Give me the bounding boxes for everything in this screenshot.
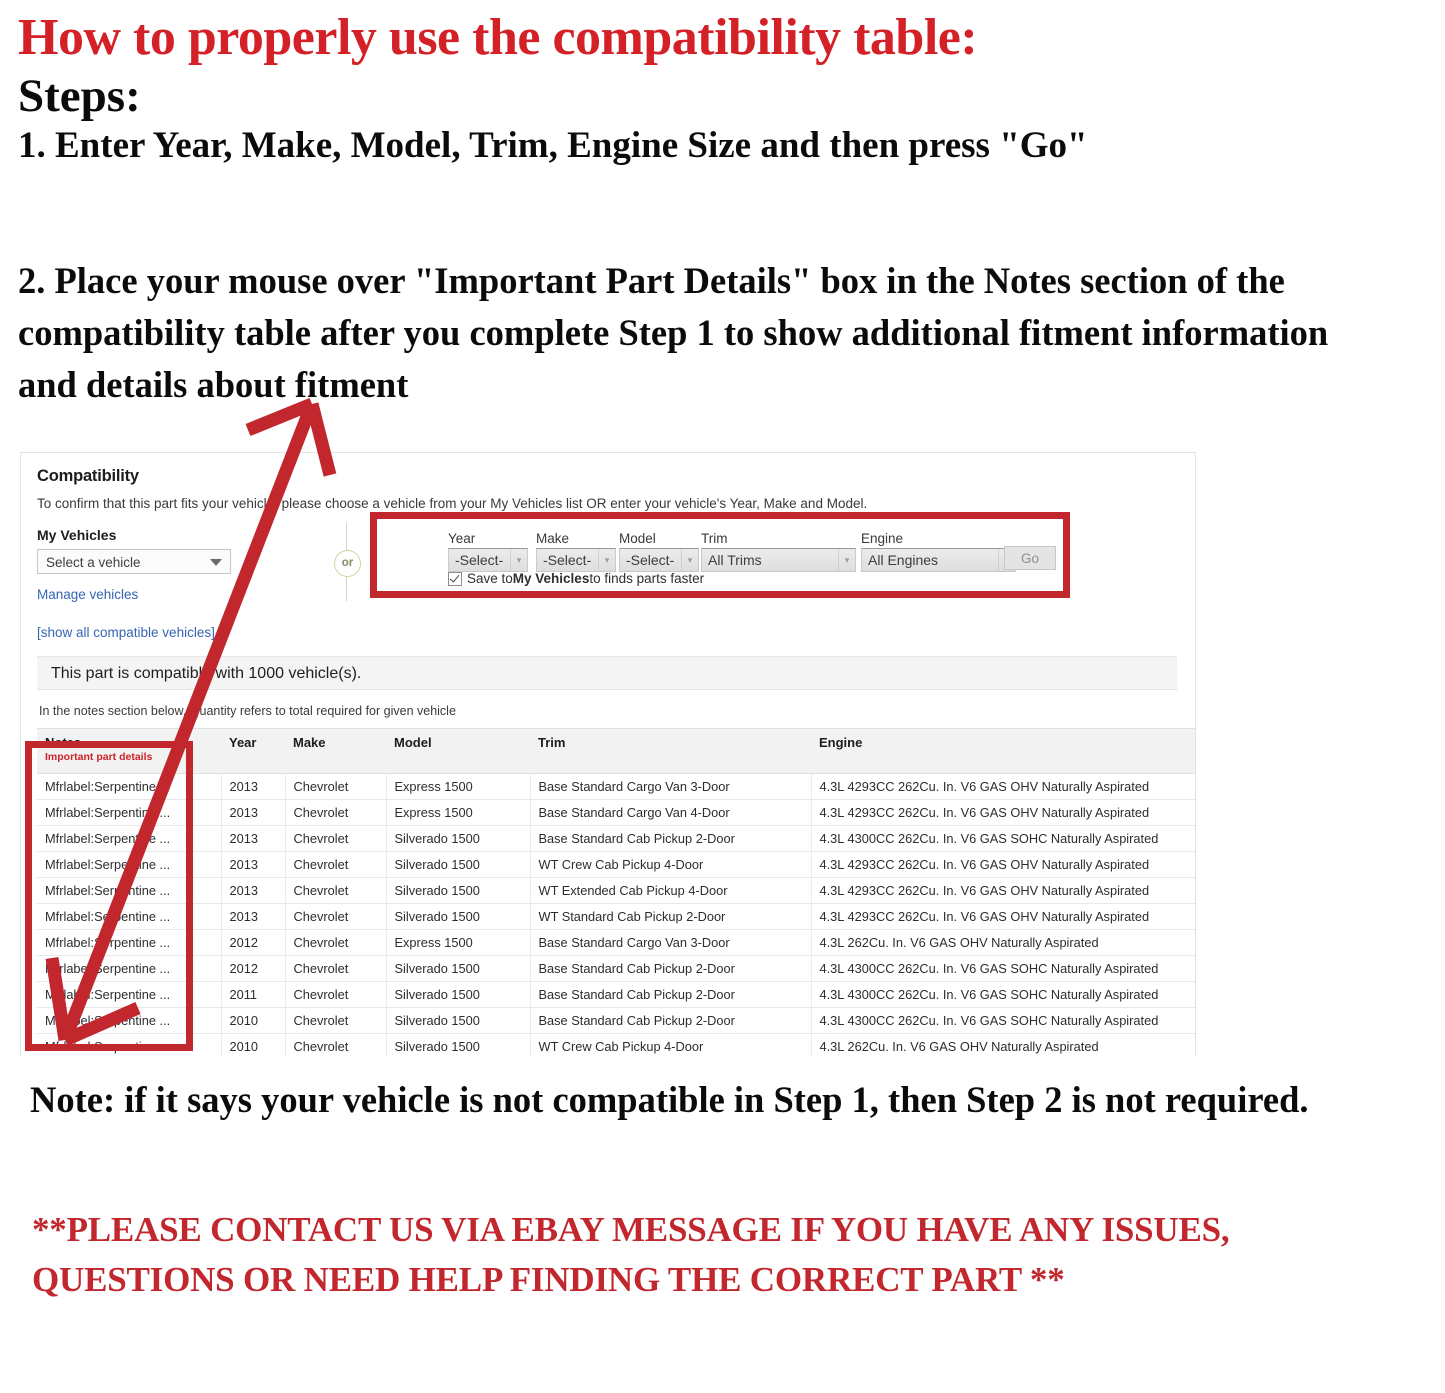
cell-engine: 4.3L 4300CC 262Cu. In. V6 GAS SOHC Natur… [811,1007,1195,1034]
cell-model: Silverado 1500 [386,851,531,878]
cell-year: 2010 [221,1033,286,1057]
annotation-box-ymm-selectors [370,512,1070,598]
footer-contact: **PLEASE CONTACT US VIA EBAY MESSAGE IF … [32,1210,1230,1299]
table-row: Mfrlabel:Serpentine ... 2013 Chevrolet Silv… [37,851,1195,878]
cell-year: 2013 [221,773,286,800]
cell-trim: Base Standard Cab Pickup 2-Door [530,955,812,982]
instructions-block: How to properly use the compatibility ta… [18,9,1418,167]
cell-make: Chevrolet [285,903,387,930]
compatibility-subtitle: To confirm that this part fits your vehi… [37,496,868,511]
cell-trim: Base Standard Cab Pickup 2-Door [530,981,812,1008]
col-header-year: Year [221,728,285,774]
cell-model: Express 1500 [386,929,531,956]
table-header-row: Notes Important part details Year Make M… [37,728,1195,774]
cell-trim: WT Extended Cab Pickup 4-Door [530,877,812,904]
cell-make: Chevrolet [285,1033,387,1057]
cell-make: Chevrolet [285,929,387,956]
col-header-make: Make [285,728,386,774]
cell-year: 2011 [221,981,286,1008]
table-row: Mfrlabel:Serpentine ... 2013 Chevrolet Expr… [37,773,1195,800]
cell-make: Chevrolet [285,1007,387,1034]
cell-trim: Base Standard Cargo Van 3-Door [530,773,812,800]
cell-engine: 4.3L 262Cu. In. V6 GAS OHV Naturally Asp… [811,1033,1195,1057]
table-row: Mfrlabel:Serpentine ... 2012 Chevrolet Silv… [37,955,1195,982]
page-title: How to properly use the compatibility ta… [18,9,978,66]
cell-engine: 4.3L 4300CC 262Cu. In. V6 GAS SOHC Natur… [811,981,1195,1008]
my-vehicles-select-value: Select a vehicle [46,555,141,570]
or-badge-label: or [334,550,361,577]
table-row: Mfrlabel:Serpentine ... 2013 Chevrolet Silv… [37,903,1195,930]
table-row: Mfrlabel:Serpentine ... 2013 Chevrolet Expr… [37,799,1195,826]
cell-trim: WT Crew Cab Pickup 4-Door [530,1033,812,1057]
or-separator: or [327,523,367,603]
table-row: Mfrlabel:Serpentine ... 2013 Chevrolet Silv… [37,825,1195,852]
cell-trim: Base Standard Cargo Van 4-Door [530,799,812,826]
cell-make: Chevrolet [285,851,387,878]
footer-note: Note: if it says your vehicle is not com… [30,1079,1309,1120]
table-body: Mfrlabel:Serpentine ... 2013 Chevrolet Expr… [37,773,1195,1057]
cell-year: 2013 [221,799,286,826]
cell-model: Silverado 1500 [386,981,531,1008]
steps-label: Steps: [18,70,141,123]
col-header-model: Model [386,728,530,774]
table-row: Mfrlabel:Serpentine ... 2010 Chevrolet Silv… [37,1007,1195,1034]
chevron-down-icon [210,559,222,566]
cell-engine: 4.3L 4293CC 262Cu. In. V6 GAS OHV Natura… [811,851,1195,878]
col-header-engine: Engine [811,728,1195,774]
my-vehicles-select[interactable]: Select a vehicle [37,549,231,574]
cell-make: Chevrolet [285,981,387,1008]
cell-make: Chevrolet [285,955,387,982]
cell-trim: Base Standard Cab Pickup 2-Door [530,825,812,852]
cell-model: Silverado 1500 [386,1033,531,1057]
table-row: Mfrlabel:Serpentine ... 2013 Chevrolet Silv… [37,877,1195,904]
cell-trim: Base Standard Cab Pickup 2-Door [530,1007,812,1034]
cell-model: Silverado 1500 [386,903,531,930]
annotation-box-notes-column [25,741,193,1051]
cell-engine: 4.3L 262Cu. In. V6 GAS OHV Naturally Asp… [811,929,1195,956]
cell-year: 2013 [221,877,286,904]
cell-trim: WT Crew Cab Pickup 4-Door [530,851,812,878]
cell-make: Chevrolet [285,773,387,800]
cell-engine: 4.3L 4300CC 262Cu. In. V6 GAS SOHC Natur… [811,825,1195,852]
cell-trim: Base Standard Cargo Van 3-Door [530,929,812,956]
cell-trim: WT Standard Cab Pickup 2-Door [530,903,812,930]
cell-model: Silverado 1500 [386,825,531,852]
compatibility-heading: Compatibility [37,467,139,485]
table-row: Mfrlabel:Serpentine ... 2011 Chevrolet Silv… [37,981,1195,1008]
cell-make: Chevrolet [285,877,387,904]
compatible-count-bar: This part is compatible with 1000 vehicl… [37,656,1177,690]
cell-model: Silverado 1500 [386,955,531,982]
cell-engine: 4.3L 4293CC 262Cu. In. V6 GAS OHV Natura… [811,799,1195,826]
cell-year: 2012 [221,929,286,956]
cell-engine: 4.3L 4293CC 262Cu. In. V6 GAS OHV Natura… [811,773,1195,800]
cell-model: Silverado 1500 [386,1007,531,1034]
my-vehicles-label: My Vehicles [37,527,117,543]
step-one-text: 1. Enter Year, Make, Model, Trim, Engine… [18,124,1088,166]
show-all-compatible-vehicles-link[interactable]: [show all compatible vehicles] [37,625,1177,640]
table-row: Mfrlabel:Serpentine ... 2010 Chevrolet Silv… [37,1033,1195,1057]
cell-year: 2013 [221,851,286,878]
cell-model: Express 1500 [386,773,531,800]
cell-engine: 4.3L 4300CC 262Cu. In. V6 GAS SOHC Natur… [811,955,1195,982]
cell-year: 2010 [221,1007,286,1034]
cell-engine: 4.3L 4293CC 262Cu. In. V6 GAS OHV Natura… [811,903,1195,930]
manage-vehicles-link[interactable]: Manage vehicles [37,587,287,602]
my-vehicles-column: My Vehicles Select a vehicle Manage vehi… [37,527,287,602]
compatibility-table: Notes Important part details Year Make M… [37,728,1195,1057]
table-row: Mfrlabel:Serpentine ... 2012 Chevrolet Expr… [37,929,1195,956]
cell-engine: 4.3L 4293CC 262Cu. In. V6 GAS OHV Natura… [811,877,1195,904]
cell-year: 2012 [221,955,286,982]
cell-make: Chevrolet [285,799,387,826]
cell-make: Chevrolet [285,825,387,852]
col-header-trim: Trim [530,728,811,774]
cell-year: 2013 [221,825,286,852]
step-two-text: 2. Place your mouse over "Important Part… [18,260,1329,405]
quantity-note: In the notes section below, Quantity ref… [39,704,456,718]
cell-model: Express 1500 [386,799,531,826]
cell-model: Silverado 1500 [386,877,531,904]
cell-year: 2013 [221,903,286,930]
